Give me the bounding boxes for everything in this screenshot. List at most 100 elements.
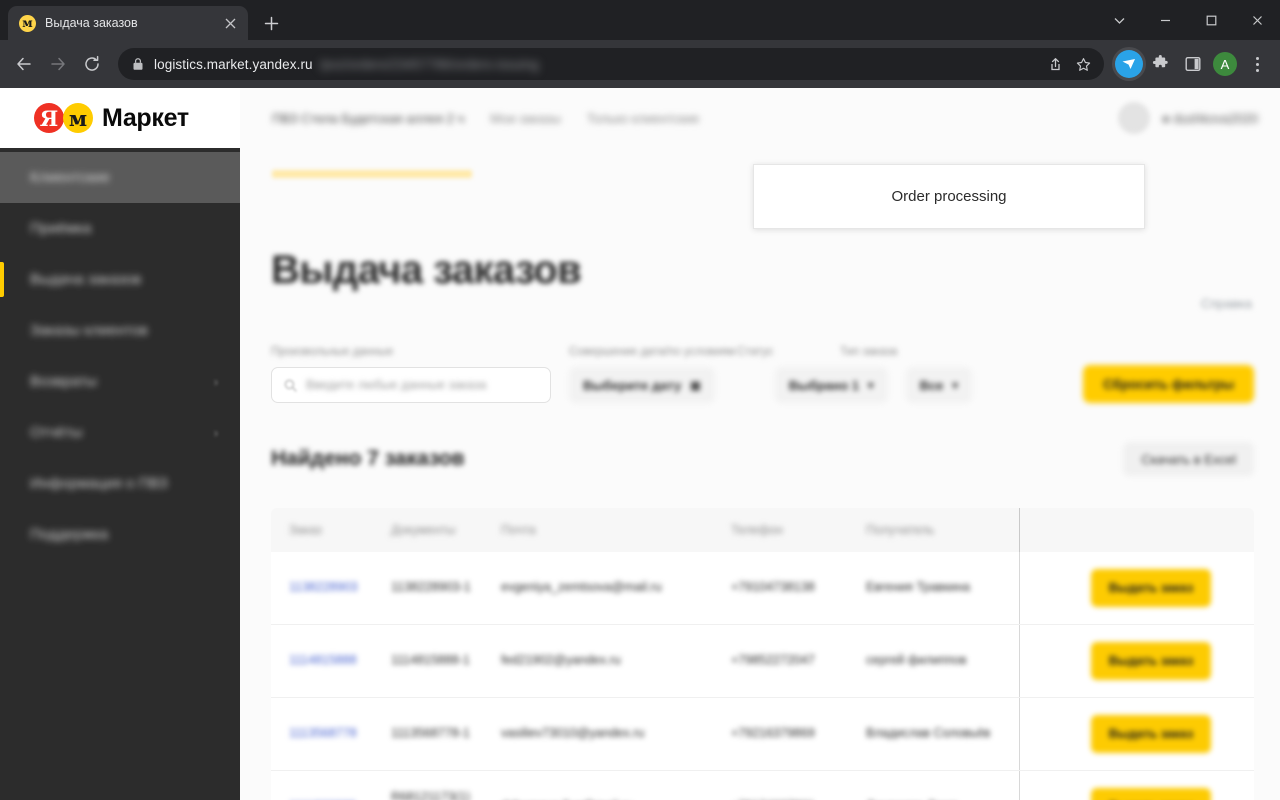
- window-controls: [1096, 0, 1280, 40]
- header-user-name[interactable]: ● dushkova2020: [1162, 111, 1258, 126]
- sidebar-item-label: Заказы клиентов: [30, 322, 148, 339]
- extension-bird-icon[interactable]: [1114, 49, 1144, 79]
- order-number-link[interactable]: 1113568778: [289, 726, 357, 740]
- address-bar-url-rest: /pvz/orders/23457786/orders-issuing: [319, 56, 539, 72]
- type-filter-label: Тип заказа: [840, 346, 898, 358]
- breadcrumb-pvz[interactable]: ПВЗ Стела Будетская аллея 2 ч: [272, 111, 464, 126]
- extensions-puzzle-icon[interactable]: [1146, 49, 1176, 79]
- status-filter-value: Выбрано 1: [788, 377, 860, 393]
- new-tab-button[interactable]: [257, 9, 285, 37]
- maximize-window-button[interactable]: [1188, 0, 1234, 40]
- issue-order-button[interactable]: Выдать заказ: [1091, 788, 1211, 800]
- chevron-down-icon: ▾: [868, 379, 874, 392]
- chevron-down-icon[interactable]: [1096, 0, 1142, 40]
- table-row: 1138228903 1138228903-1 evgeniya_zemtsov…: [271, 552, 1254, 625]
- avatar[interactable]: [1117, 102, 1150, 134]
- sidebar-item-informaciya-o-pvz[interactable]: Информация о ПВЗ: [0, 458, 240, 509]
- sidebar-item-vozvraty[interactable]: Возвраты ›: [0, 356, 240, 407]
- search-input[interactable]: Введите любые данные заказа: [271, 367, 551, 403]
- sidebar-item-label: Поддержка: [30, 526, 109, 543]
- issue-order-button[interactable]: Выдать заказ: [1091, 642, 1211, 680]
- address-bar[interactable]: logistics.market.yandex.ru /pvz/orders/2…: [118, 48, 1104, 80]
- download-excel-button[interactable]: Скачать в Excel: [1123, 442, 1254, 476]
- chevron-right-icon: ›: [214, 425, 218, 440]
- sidebar-item-priemka[interactable]: Приёмка: [0, 203, 240, 254]
- forward-button[interactable]: [42, 48, 74, 80]
- column-header-phone: Телефон: [731, 523, 783, 537]
- help-link[interactable]: Справка: [1201, 296, 1252, 311]
- profile-avatar-icon[interactable]: A: [1210, 49, 1240, 79]
- reset-filters-button[interactable]: Сбросить фильтры: [1083, 365, 1254, 403]
- breadcrumb-my-orders[interactable]: Мои заказы: [490, 111, 561, 126]
- sidebar-item-label: Приёмка: [30, 220, 92, 237]
- sidebar: Я м Маркет Клиентские Приёмка Выдача зак…: [0, 88, 240, 800]
- status-filter-dropdown[interactable]: Выбрано 1 ▾: [774, 367, 888, 403]
- table-row: 1111822888 R68121173(1) R68121173(2) dzh…: [271, 771, 1254, 800]
- order-number-link[interactable]: 1138228903: [289, 580, 358, 594]
- browser-tab[interactable]: м Выдача заказов: [8, 6, 248, 40]
- page-viewport: Я м Маркет Клиентские Приёмка Выдача зак…: [0, 88, 1280, 800]
- order-recipient: Евгения Травкина: [866, 580, 971, 595]
- results-bar: Найдено 7 заказов Скачать в Excel: [271, 442, 1254, 476]
- issue-order-button[interactable]: Выдать заказ: [1091, 715, 1211, 753]
- order-processing-popup[interactable]: Order processing: [753, 164, 1145, 229]
- table-vertical-divider: [1019, 771, 1020, 800]
- search-filter-label: Произвольные данные: [271, 346, 394, 358]
- chevron-right-icon: ›: [214, 374, 218, 389]
- column-header-recipient: Получатель: [866, 523, 935, 537]
- type-filter-value: Все: [919, 377, 944, 393]
- order-documents: 1113568778-1: [391, 726, 470, 741]
- order-number-link[interactable]: 1114815888: [289, 653, 357, 667]
- address-bar-url: logistics.market.yandex.ru: [154, 56, 313, 72]
- sidebar-item-otchety[interactable]: Отчёты ›: [0, 407, 240, 458]
- order-phone: +79216379869: [731, 726, 815, 741]
- breadcrumb-client-only[interactable]: Только клиентские: [587, 111, 699, 126]
- bookmark-star-icon[interactable]: [1070, 51, 1096, 77]
- table-vertical-divider: [1019, 625, 1020, 697]
- filter-labels-row: Произвольные данные Совершение дата/по у…: [271, 346, 1254, 365]
- order-email: evgeniya_zemtsova@mail.ru: [501, 580, 662, 595]
- close-tab-icon[interactable]: [220, 13, 240, 33]
- filter-controls-row: Введите любые данные заказа Выберите дат…: [271, 365, 1254, 403]
- yandex-logo-icon: Я: [34, 103, 64, 133]
- sidebar-nav: Клиентские Приёмка Выдача заказов Заказы…: [0, 148, 240, 560]
- order-recipient: сергей филиппов: [866, 653, 967, 668]
- sidebar-item-label: Информация о ПВЗ: [30, 475, 168, 492]
- browser-toolbar: logistics.market.yandex.ru /pvz/orders/2…: [0, 40, 1280, 88]
- share-icon[interactable]: [1042, 51, 1068, 77]
- lock-icon: [132, 57, 144, 71]
- sidebar-item-label: Отчёты: [30, 424, 83, 441]
- table-vertical-divider: [1019, 508, 1020, 552]
- yandex-market-favicon: м: [19, 14, 36, 32]
- reload-button[interactable]: [76, 48, 108, 80]
- sidebar-item-label: Клиентские: [30, 169, 110, 186]
- sidebar-panel-icon[interactable]: [1178, 49, 1208, 79]
- filters-panel: Произвольные данные Совершение дата/по у…: [271, 346, 1254, 403]
- search-placeholder: Введите любые данные заказа: [306, 378, 487, 392]
- order-phone: +79852272047: [731, 653, 815, 668]
- search-icon: [284, 379, 297, 392]
- header-right: ● dushkova2020: [1117, 102, 1258, 134]
- close-window-button[interactable]: [1234, 0, 1280, 40]
- table-vertical-divider: [1019, 698, 1020, 770]
- sidebar-item-vydacha-zakazov[interactable]: Выдача заказов: [0, 254, 240, 305]
- market-logo-icon: м: [63, 103, 93, 133]
- issue-order-button[interactable]: Выдать заказ: [1091, 569, 1211, 607]
- order-recipient: Владислав Соловьёв: [866, 726, 991, 741]
- column-header-mail: Почта: [501, 523, 536, 537]
- order-documents: 1114815888-1: [391, 653, 470, 668]
- content-header: ПВЗ Стела Будетская аллея 2 ч Мои заказы…: [240, 88, 1280, 148]
- back-button[interactable]: [8, 48, 40, 80]
- sidebar-item-podderzhka[interactable]: Поддержка: [0, 509, 240, 560]
- tab-title: Выдача заказов: [45, 16, 138, 30]
- order-phone: +79104738138: [731, 580, 815, 595]
- type-filter-dropdown[interactable]: Все ▾: [905, 367, 972, 403]
- date-filter-dropdown[interactable]: Выберите дату ▦: [569, 367, 715, 403]
- browser-menu-icon[interactable]: [1242, 49, 1272, 79]
- minimize-window-button[interactable]: [1142, 0, 1188, 40]
- browser-window: м Выдача заказов logistics.market.yandex…: [0, 0, 1280, 800]
- brand-logo[interactable]: Я м Маркет: [0, 88, 240, 148]
- order-email: vasiliev73010@yandex.ru: [501, 726, 645, 741]
- sidebar-item-zakazy-klientov[interactable]: Заказы клиентов: [0, 305, 240, 356]
- sidebar-item-klientskie[interactable]: Клиентские: [0, 152, 240, 203]
